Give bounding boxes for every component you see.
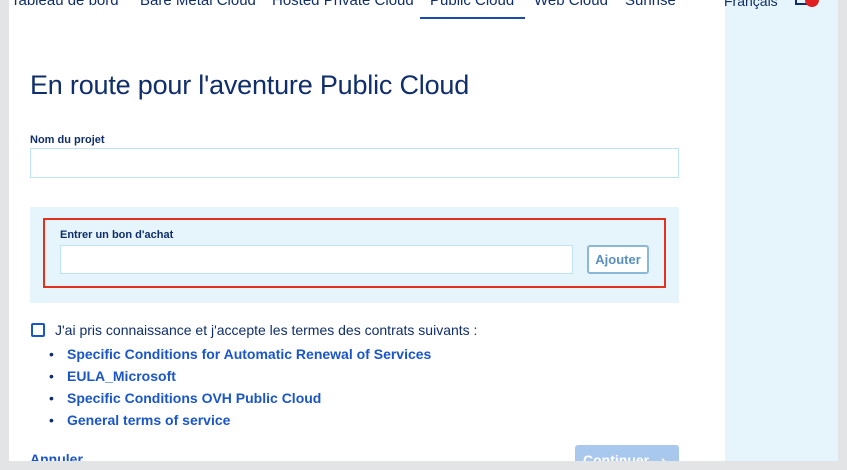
contract-link-automatic-renewal[interactable]: Specific Conditions for Automatic Renewa… <box>67 346 431 362</box>
bullet: • <box>49 346 54 362</box>
terms-text: J'ai pris connaissance et j'accepte les … <box>55 322 478 338</box>
nav-item-hosted-private-cloud[interactable]: Hosted Private Cloud <box>272 0 414 11</box>
bullet: • <box>49 390 54 406</box>
active-tab-indicator <box>420 17 525 19</box>
right-panel <box>725 0 838 461</box>
list-item: • Specific Conditions for Automatic Renew… <box>49 343 431 365</box>
project-name-input[interactable] <box>30 148 679 178</box>
app-window: Tableau de bord Bare Metal Cloud Hosted … <box>9 0 838 461</box>
nav-item-sunrise[interactable]: Sunrise <box>625 0 676 11</box>
bullet: • <box>49 368 54 384</box>
continue-label: Continuer <box>583 452 650 461</box>
contracts-list: • Specific Conditions for Automatic Renew… <box>49 343 431 431</box>
contract-link-eula-microsoft[interactable]: EULA_Microsoft <box>67 368 176 384</box>
chevron-right-icon: › <box>661 452 666 461</box>
list-item: • EULA_Microsoft <box>49 365 431 387</box>
list-item: • Specific Conditions OVH Public Cloud <box>49 387 431 409</box>
top-navigation: Tableau de bord Bare Metal Cloud Hosted … <box>9 0 838 19</box>
bullet: • <box>49 412 54 428</box>
nav-item-public-cloud[interactable]: Public Cloud <box>430 0 514 11</box>
notification-badge <box>805 0 819 7</box>
add-voucher-button[interactable]: Ajouter <box>587 245 649 274</box>
nav-item-bare-metal-cloud[interactable]: Bare Metal Cloud <box>140 0 256 11</box>
contract-link-general-terms[interactable]: General terms of service <box>67 412 230 428</box>
cancel-button[interactable]: Annuler <box>30 451 83 461</box>
project-name-label: Nom du projet <box>30 134 105 146</box>
nav-item-dashboard[interactable]: Tableau de bord <box>11 0 119 11</box>
page-title: En route pour l'aventure Public Cloud <box>30 70 470 100</box>
voucher-label: Entrer un bon d'achat <box>60 229 174 241</box>
language-selector[interactable]: Français <box>724 0 778 11</box>
nav-item-web-cloud[interactable]: Web Cloud <box>534 0 608 11</box>
contract-link-public-cloud-conditions[interactable]: Specific Conditions OVH Public Cloud <box>67 390 321 406</box>
list-item: • General terms of service <box>49 409 431 431</box>
voucher-input[interactable] <box>60 245 573 274</box>
continue-button[interactable]: Continuer › <box>575 445 679 461</box>
terms-checkbox[interactable] <box>31 323 45 337</box>
